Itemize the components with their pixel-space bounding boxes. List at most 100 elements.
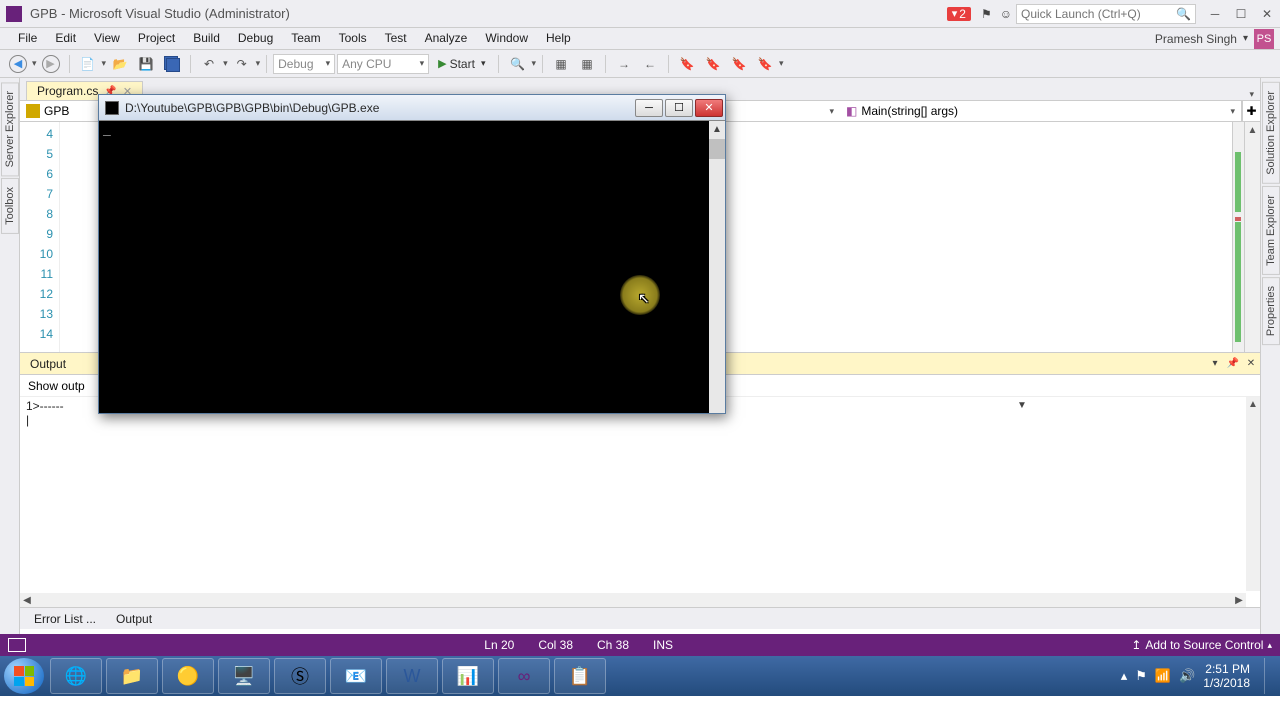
signed-in-user[interactable]: Pramesh Singh <box>1155 32 1237 46</box>
start-debug-button[interactable]: ▶Start▾ <box>431 53 492 75</box>
nav-back-button[interactable]: ◀ <box>6 53 30 75</box>
left-tool-strip: Server Explorer Toolbox <box>0 78 20 634</box>
tab-overflow-icon[interactable]: ▾ <box>1249 89 1260 100</box>
menu-file[interactable]: File <box>10 29 45 47</box>
tray-volume-icon[interactable]: 🔊 <box>1179 668 1195 684</box>
minimize-button[interactable]: ─ <box>1202 2 1228 26</box>
output-dropdown-icon[interactable]: ▾ <box>1206 355 1224 373</box>
taskbar-notes[interactable]: 📋 <box>554 658 606 694</box>
tray-network-icon[interactable]: 📶 <box>1155 668 1171 684</box>
menu-window[interactable]: Window <box>477 29 536 47</box>
taskbar: 🌐 📁 🟡 🖥️ Ⓢ 📧 W 📊 ∞ 📋 ▴ ⚑ 📶 🔊 2:51 PM 1/3… <box>0 656 1280 696</box>
redo-button[interactable]: ↷ <box>230 53 254 75</box>
console-content[interactable]: _ <box>99 121 709 413</box>
output-tab[interactable]: Output <box>108 610 160 628</box>
split-editor-button[interactable]: ✚ <box>1242 101 1260 121</box>
menu-team[interactable]: Team <box>283 29 328 47</box>
save-button[interactable]: 💾 <box>134 53 158 75</box>
toolbox-tab[interactable]: Toolbox <box>1 178 19 234</box>
server-explorer-tab[interactable]: Server Explorer <box>1 82 19 176</box>
console-scrollbar-v[interactable]: ▲ ▼ <box>709 121 725 413</box>
tray-clock[interactable]: 2:51 PM 1/3/2018 <box>1203 662 1250 690</box>
menu-build[interactable]: Build <box>185 29 228 47</box>
solution-config-combo[interactable]: Debug▾ <box>273 54 335 74</box>
error-list-tab[interactable]: Error List ... <box>26 610 104 628</box>
add-to-source-control[interactable]: ↥ Add to Source Control ▴ <box>1131 638 1272 652</box>
tray-show-hidden-icon[interactable]: ▴ <box>1121 668 1128 684</box>
console-body: _ ▲ ▼ <box>99 121 725 413</box>
quick-launch-input[interactable] <box>1021 7 1176 21</box>
console-window[interactable]: D:\Youtube\GPB\GPB\GPB\bin\Debug\GPB.exe… <box>98 94 726 414</box>
console-scroll-up[interactable]: ▲ <box>709 121 725 137</box>
open-file-button[interactable]: 📂 <box>108 53 132 75</box>
nav-method-combo[interactable]: ◧ Main(string[] args) ▾ <box>840 101 1242 121</box>
indent-button[interactable]: → <box>612 53 636 75</box>
uncomment-button[interactable]: ▦ <box>575 53 599 75</box>
scroll-up-icon[interactable]: ▲ <box>1245 122 1260 138</box>
menu-debug[interactable]: Debug <box>230 29 281 47</box>
taskbar-publisher[interactable]: 📊 <box>442 658 494 694</box>
tray-flag-icon[interactable]: ⚑ <box>1135 668 1147 684</box>
console-scroll-down[interactable]: ▼ <box>709 397 1280 413</box>
find-in-files-button[interactable]: 🔍 <box>505 53 529 75</box>
menu-edit[interactable]: Edit <box>47 29 84 47</box>
bookmark-prev-button[interactable]: 🔖 <box>701 53 725 75</box>
taskbar-skype[interactable]: Ⓢ <box>274 658 326 694</box>
properties-tab[interactable]: Properties <box>1262 277 1280 345</box>
team-explorer-tab[interactable]: Team Explorer <box>1262 186 1280 275</box>
menubar: File Edit View Project Build Debug Team … <box>0 28 1050 48</box>
taskbar-chrome[interactable]: 🟡 <box>162 658 214 694</box>
console-scroll-thumb[interactable] <box>709 139 725 159</box>
user-chevron-icon[interactable]: ▾ <box>1243 33 1248 44</box>
taskbar-explorer[interactable]: 📁 <box>106 658 158 694</box>
menu-project[interactable]: Project <box>130 29 183 47</box>
comment-out-button[interactable]: ▦ <box>549 53 573 75</box>
bookmark-toggle-button[interactable]: 🔖 <box>675 53 699 75</box>
save-all-button[interactable] <box>160 53 184 75</box>
new-project-button[interactable]: 📄 <box>76 53 100 75</box>
menu-analyze[interactable]: Analyze <box>417 29 476 47</box>
nav-forward-button[interactable]: ▶ <box>39 53 63 75</box>
solution-explorer-tab[interactable]: Solution Explorer <box>1262 82 1280 184</box>
line-number-gutter: 4 5 6 7 8 9 10 11 12 13 14 <box>20 122 60 352</box>
menu-test[interactable]: Test <box>377 29 415 47</box>
editor-scrollbar-v[interactable]: ▲ <box>1244 122 1260 352</box>
status-ins: INS <box>653 638 673 652</box>
output-pin-icon[interactable]: 📌 <box>1224 355 1242 373</box>
start-button[interactable] <box>4 658 44 694</box>
taskbar-visualstudio[interactable]: ∞ <box>498 658 550 694</box>
outdent-button[interactable]: ← <box>638 53 662 75</box>
output-scrollbar-h[interactable]: ◀▶ <box>20 593 1246 607</box>
bookmark-clear-button[interactable]: 🔖 <box>753 53 777 75</box>
output-close-icon[interactable]: ✕ <box>1242 355 1260 373</box>
taskbar-outlook[interactable]: 📧 <box>330 658 382 694</box>
solution-platform-combo[interactable]: Any CPU▾ <box>337 54 429 74</box>
feedback-icon[interactable]: ⚑ <box>977 7 996 21</box>
close-button[interactable]: ✕ <box>1254 2 1280 26</box>
undo-button[interactable]: ↶ <box>197 53 221 75</box>
taskbar-ie[interactable]: 🌐 <box>50 658 102 694</box>
console-minimize-button[interactable]: ─ <box>635 99 663 117</box>
vs-icon <box>6 6 22 22</box>
send-feedback-icon[interactable]: ☺ <box>996 7 1016 21</box>
maximize-button[interactable]: ☐ <box>1228 2 1254 26</box>
output-scrollbar-v[interactable]: ▲ <box>1246 397 1260 591</box>
menu-view[interactable]: View <box>86 29 128 47</box>
show-desktop-button[interactable] <box>1264 658 1276 694</box>
console-titlebar[interactable]: D:\Youtube\GPB\GPB\GPB\bin\Debug\GPB.exe… <box>99 95 725 121</box>
bookmark-next-button[interactable]: 🔖 <box>727 53 751 75</box>
menu-help[interactable]: Help <box>538 29 579 47</box>
titlebar: GPB - Microsoft Visual Studio (Administr… <box>0 0 1280 28</box>
notification-badge[interactable]: ▾ 2 <box>947 7 971 21</box>
taskbar-remote[interactable]: 🖥️ <box>218 658 270 694</box>
overview-ruler[interactable] <box>1232 122 1244 352</box>
console-close-button[interactable]: ✕ <box>695 99 723 117</box>
taskbar-word[interactable]: W <box>386 658 438 694</box>
console-maximize-button[interactable]: ☐ <box>665 99 693 117</box>
menu-tools[interactable]: Tools <box>331 29 375 47</box>
status-line: Ln 20 <box>484 638 514 652</box>
output-body[interactable]: 1>------ | ▲ ◀▶ <box>20 397 1260 607</box>
user-avatar[interactable]: PS <box>1254 29 1274 49</box>
cursor-arrow-icon: ↖ <box>638 290 650 307</box>
quick-launch-box[interactable]: 🔍 <box>1016 4 1196 24</box>
